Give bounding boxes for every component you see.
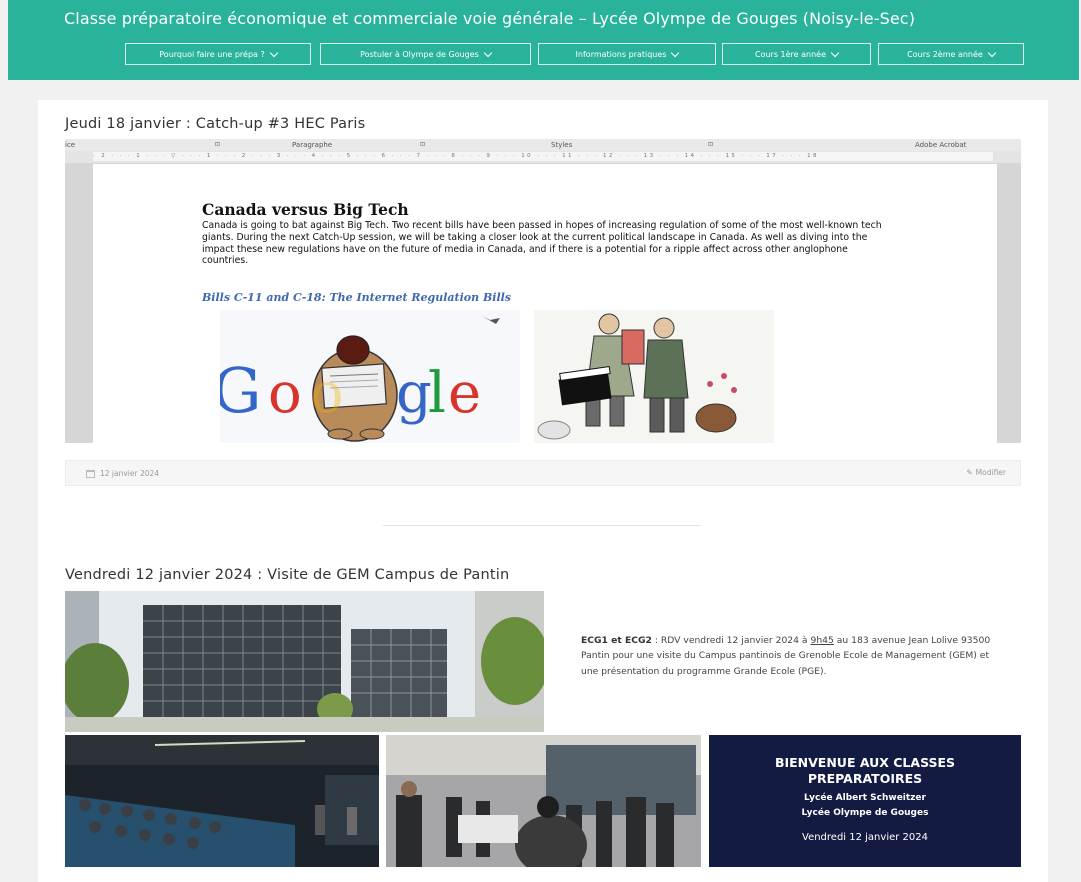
nav-label: Informations pratiques [575,49,667,59]
welcome-slide-photo: BIENVENUE AUX CLASSES PREPARATOIRES Lycé… [709,735,1021,867]
dialog-launcher-icon: ⊡ [708,141,714,148]
word-ruler: · 2 · · · 1 · · · ▽ · · · 1 · · · 2 · · … [65,151,1021,163]
doc-subheading: Bills C-11 and C-18: The Internet Regula… [202,291,511,304]
edit-link[interactable]: ✎ Modifier [966,468,1006,477]
post-date: 12 janvier 2024 [86,469,159,478]
word-ribbon: ice ⊡ Paragraphe ⊡ Styles ⊡ Adobe Acroba… [65,139,1021,151]
visit-time: 9h45 [810,635,834,646]
welcome-line: BIENVENUE AUX CLASSES [774,755,956,770]
group-visit-photo [386,735,701,867]
doc-body: Canada is going to bat against Big Tech.… [202,220,882,267]
welcome-line: Lycée Albert Schweitzer [804,793,926,803]
visit-text-part: : RDV vendredi 12 janvier 2024 à [651,635,811,646]
nav-label: Cours 1ère année [754,49,827,59]
edit-label: Modifier [975,468,1006,477]
dialog-launcher-icon: ⊡ [215,141,221,148]
nav-label: Postuler à Olympe de Gouges [360,49,479,59]
pencil-icon: ✎ [966,468,973,477]
ribbon-label: Paragraphe [292,141,333,149]
ribbon-label: Adobe Acrobat [915,141,967,149]
calendar-icon [86,469,95,478]
svg-text:l: l [428,361,446,426]
welcome-line: Vendredi 12 janvier 2024 [802,832,928,843]
svg-text:G: G [220,354,262,427]
chevron-down-icon [830,48,840,57]
ribbon-label: Styles [551,141,573,149]
chevron-down-icon [987,48,997,57]
chevron-down-icon [671,48,680,57]
dialog-launcher-icon: ⊡ [420,141,426,148]
nav-label: Pourquoi faire une prépa ? [159,49,265,59]
campus-building-photo [65,591,544,732]
nav-cours-1ere[interactable]: Cours 1ère année [722,43,871,65]
post-date-text[interactable]: 12 janvier 2024 [100,469,159,478]
post-divider [383,525,701,526]
svg-text:o: o [310,361,344,426]
ribbon-label: ice [65,141,76,149]
visit-description: ECG1 et ECG2 : RDV vendredi 12 janvier 2… [581,633,991,679]
google-cartoon-image: G o o g l e [212,310,520,443]
chevron-down-icon [483,48,493,57]
site-header: Classe préparatoire économique et commer… [8,0,1079,80]
post-meta-bar: 12 janvier 2024 ✎ Modifier [65,460,1021,486]
word-page: Canada versus Big Tech Canada is going t… [93,164,997,443]
post-title[interactable]: Vendredi 12 janvier 2024 : Visite de GEM… [65,567,509,583]
site-title[interactable]: Classe préparatoire économique et commer… [64,11,944,27]
amphitheater-photo [65,735,379,867]
nav-pourquoi-prepa[interactable]: Pourquoi faire une prépa ? [125,43,311,65]
chevron-down-icon [269,48,278,57]
nav-cours-2eme[interactable]: Cours 2ème année [878,43,1024,65]
svg-text:o: o [268,361,302,426]
welcome-line: Lycée Olympe de Gouges [801,808,929,818]
welcome-line: PREPARATOIRES [807,771,923,786]
visit-lead: ECG1 et ECG2 [581,635,652,646]
word-document-screenshot: ice ⊡ Paragraphe ⊡ Styles ⊡ Adobe Acroba… [65,139,1021,443]
nav-postuler[interactable]: Postuler à Olympe de Gouges [320,43,531,65]
nav-label: Cours 2ème année [907,49,983,59]
doc-heading: Canada versus Big Tech [202,200,409,219]
svg-text:g: g [396,361,432,426]
svg-text:e: e [448,361,481,426]
post-title[interactable]: Jeudi 18 janvier : Catch-up #3 HEC Paris [65,116,365,132]
nav-infos-pratiques[interactable]: Informations pratiques [538,43,716,65]
politics-cartoon-image [534,310,774,443]
